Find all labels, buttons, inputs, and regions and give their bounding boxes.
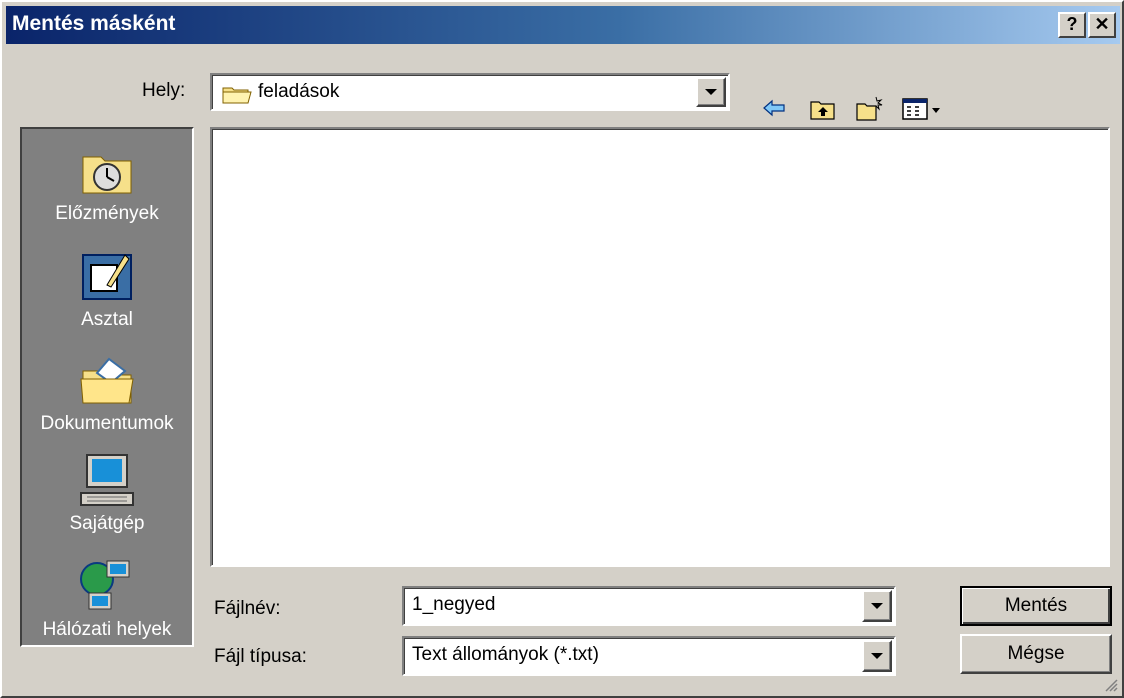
save-button[interactable]: Mentés (960, 586, 1112, 626)
help-button[interactable]: ? (1058, 12, 1086, 38)
file-list[interactable] (210, 127, 1110, 567)
chevron-down-icon (871, 653, 883, 659)
location-label: Hely: (142, 80, 186, 101)
view-menu-icon[interactable] (900, 94, 948, 124)
filetype-combo[interactable]: Text állományok (*.txt) (402, 636, 896, 676)
title-bar[interactable]: Mentés másként ? ✕ (6, 6, 1120, 44)
filetype-value: Text állományok (*.txt) (412, 644, 599, 665)
place-network[interactable]: Hálózati helyek (22, 557, 192, 641)
place-label: Hálózati helyek (42, 619, 172, 640)
location-combo[interactable]: feladások (210, 73, 730, 111)
close-button[interactable]: ✕ (1088, 12, 1116, 38)
chevron-down-icon (705, 89, 717, 95)
filetype-label: Fájl típusa: (214, 646, 307, 667)
resize-grip-icon[interactable] (1102, 676, 1118, 692)
window-title: Mentés másként (12, 12, 176, 35)
places-bar: Előzmények Asztal Dokumentumok Sajátgép … (20, 127, 194, 647)
filetype-dropdown-arrow[interactable] (862, 640, 892, 672)
computer-icon (77, 451, 137, 511)
filename-combo[interactable]: 1_negyed (402, 586, 896, 626)
place-label: Dokumentumok (40, 413, 174, 434)
place-desktop[interactable]: Asztal (22, 247, 192, 331)
save-as-dialog: Mentés másként ? ✕ Hely: feladások Előzm… (0, 0, 1124, 698)
filename-label: Fájlnév: (214, 598, 281, 619)
up-folder-icon[interactable] (808, 94, 838, 124)
place-history[interactable]: Előzmények (22, 141, 192, 225)
history-icon (77, 141, 137, 201)
place-documents[interactable]: Dokumentumok (22, 351, 192, 435)
new-folder-icon[interactable] (854, 94, 884, 124)
filename-dropdown-arrow[interactable] (862, 590, 892, 622)
documents-icon (77, 351, 137, 411)
network-icon (77, 557, 137, 617)
folder-icon (222, 84, 252, 110)
filename-input[interactable]: 1_negyed (412, 594, 495, 616)
place-label: Asztal (81, 309, 133, 330)
location-dropdown-arrow[interactable] (696, 77, 726, 107)
location-value: feladások (258, 81, 340, 102)
chevron-down-icon (871, 603, 883, 609)
back-arrow-icon[interactable] (760, 94, 790, 124)
place-label: Előzmények (55, 203, 159, 224)
place-computer[interactable]: Sajátgép (22, 451, 192, 535)
desktop-icon (77, 247, 137, 307)
cancel-button[interactable]: Mégse (960, 634, 1112, 674)
place-label: Sajátgép (69, 513, 145, 534)
